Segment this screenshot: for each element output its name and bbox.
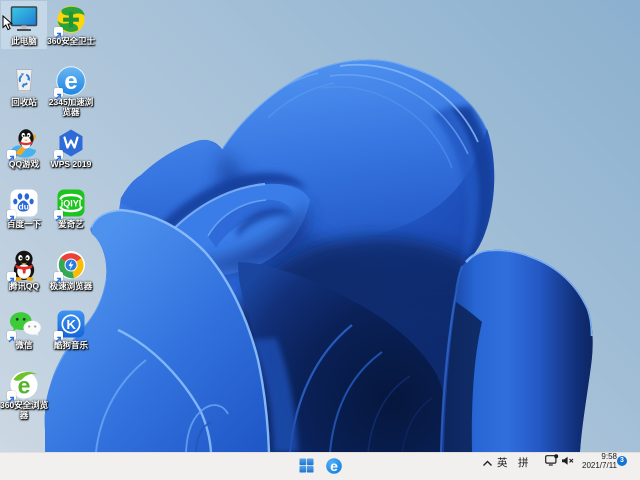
svg-text:du: du xyxy=(19,202,29,212)
svg-text:e: e xyxy=(64,68,77,95)
svg-text:iQIYI: iQIYI xyxy=(61,199,82,209)
svg-text:K: K xyxy=(67,317,77,332)
svg-text:e: e xyxy=(330,458,338,474)
